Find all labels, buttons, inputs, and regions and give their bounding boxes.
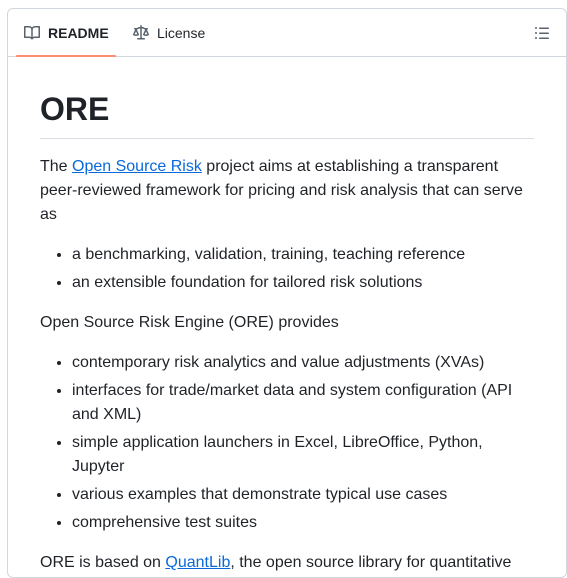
list-item: a benchmarking, validation, training, te… xyxy=(72,243,534,267)
intro-paragraph: The Open Source Risk project aims at est… xyxy=(40,155,534,227)
readme-panel: README License ORE The Open Source Risk … xyxy=(7,8,567,578)
readme-content: ORE The Open Source Risk project aims at… xyxy=(8,57,566,575)
tab-readme-label: README xyxy=(48,25,109,41)
based-on-paragraph: ORE is based on QuantLib, the open sourc… xyxy=(40,551,534,575)
tab-license-label: License xyxy=(157,25,206,41)
tab-readme[interactable]: README xyxy=(24,9,109,57)
based-text-end: , the open source library for quantitati… xyxy=(230,554,512,571)
list-item: comprehensive test suites xyxy=(72,511,534,535)
quantlib-link[interactable]: QuantLib xyxy=(165,554,230,571)
list-item: interfaces for trade/market data and sys… xyxy=(72,379,534,427)
intro-text-start: The xyxy=(40,158,73,175)
provides-heading: Open Source Risk Engine (ORE) provides xyxy=(40,314,339,331)
open-source-risk-link[interactable]: Open Source Risk xyxy=(72,158,202,175)
provides-list: contemporary risk analytics and value ad… xyxy=(40,351,534,535)
list-unordered-icon[interactable] xyxy=(534,25,550,41)
readme-tabbar: README License xyxy=(8,9,566,57)
active-tab-indicator xyxy=(16,55,116,57)
purpose-list: a benchmarking, validation, training, te… xyxy=(40,243,534,295)
book-icon xyxy=(24,25,40,40)
list-item: simple application launchers in Excel, L… xyxy=(72,431,534,479)
tab-license[interactable]: License xyxy=(133,9,205,57)
law-scale-icon xyxy=(133,25,149,40)
based-text-start: ORE is based on xyxy=(40,554,166,571)
list-item: various examples that demonstrate typica… xyxy=(72,483,534,507)
list-item: an extensible foundation for tailored ri… xyxy=(72,271,534,295)
readme-title: ORE xyxy=(40,89,534,139)
list-item: contemporary risk analytics and value ad… xyxy=(72,351,534,375)
